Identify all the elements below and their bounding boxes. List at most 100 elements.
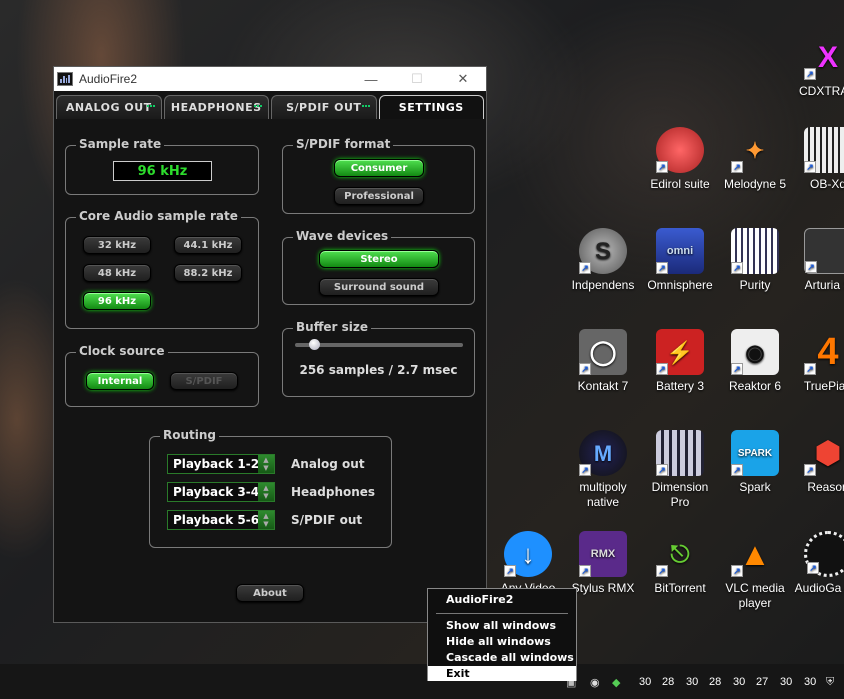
desktop-icon-label: Reaktor 6 <box>728 379 782 393</box>
clock-spdif-button[interactable]: S/PDIF <box>170 372 238 390</box>
title-bar[interactable]: AudioFire2 — ☐ ✕ <box>54 67 486 91</box>
desktop-icon-indpendens[interactable]: S ↗ Indpendens <box>568 228 638 293</box>
minimize-icon[interactable]: — <box>348 67 394 91</box>
dropdown-arrow-icon[interactable]: ▲ ▼ <box>258 483 274 501</box>
desktop-icon-arturia[interactable]: ↗ Arturia S <box>793 228 844 293</box>
indicator-icon <box>254 105 262 109</box>
rate-88-button[interactable]: 88.2 kHz <box>174 264 242 282</box>
shortcut-arrow-icon: ↗ <box>805 261 817 273</box>
core-audio-panel: Core Audio sample rate 32 kHz 44.1 kHz 4… <box>65 209 259 329</box>
shortcut-arrow-icon: ↗ <box>579 565 591 577</box>
close-icon[interactable]: ✕ <box>440 67 486 91</box>
rate-32-button[interactable]: 32 kHz <box>83 236 151 254</box>
tray-temp-7: 30 <box>780 676 793 688</box>
shortcut-arrow-icon: ↗ <box>656 363 668 375</box>
shortcut-arrow-icon: ↗ <box>656 161 668 173</box>
desktop-icon-edirol[interactable]: ↗ Edirol suite <box>645 127 715 192</box>
shortcut-arrow-icon: ↗ <box>579 363 591 375</box>
clock-internal-button[interactable]: Internal <box>86 372 154 390</box>
shortcut-arrow-icon: ↗ <box>731 363 743 375</box>
dropdown-arrow-icon[interactable]: ▲ ▼ <box>258 511 274 529</box>
lightning-icon: ⚡ ↗ <box>656 329 704 375</box>
desktop-icon-cdxtrac[interactable]: X↗ CDXTRAC <box>793 34 844 99</box>
surround-button[interactable]: Surround sound <box>319 278 439 296</box>
desktop-icon-melodyne[interactable]: ✦ ↗ Melodyne 5 <box>720 127 790 192</box>
rate-96-button[interactable]: 96 kHz <box>83 292 151 310</box>
rate-48-button[interactable]: 48 kHz <box>83 264 151 282</box>
desktop-icon-reaktor[interactable]: ◉ ↗ Reaktor 6 <box>720 329 790 394</box>
desktop-icon-label: VLC media player <box>725 581 785 610</box>
desktop-icon-reason[interactable]: ⬢↗ Reason <box>793 430 844 495</box>
wave-devices-legend: Wave devices <box>293 229 392 243</box>
spark-icon: SPARK ↗ <box>731 430 779 476</box>
tray-nvidia-icon[interactable]: ◆ <box>612 676 620 689</box>
desktop-icon-spark[interactable]: SPARK ↗ Spark <box>720 430 790 495</box>
desktop-icon-label: TruePian <box>803 379 844 393</box>
buffer-slider[interactable] <box>295 339 463 350</box>
desktop-icon-label: Stylus RMX <box>571 581 635 595</box>
desktop-icon-anyvideo[interactable]: ↓↗Any Video <box>493 531 563 596</box>
desktop-icon-label: Dimension Pro <box>651 480 709 509</box>
desktop-icon-dimension[interactable]: ↗ Dimension Pro <box>645 430 715 510</box>
dropdown-arrow-icon[interactable]: ▲ ▼ <box>258 455 274 473</box>
tray-temp-4: 28 <box>709 676 722 688</box>
desktop-icon-label: Indpendens <box>571 278 635 292</box>
shield-icon[interactable]: ⛨ <box>826 676 834 689</box>
select-value: Playback 3-4 <box>173 485 260 499</box>
desktop-icon-truepiano[interactable]: 4↗ TruePian <box>793 329 844 394</box>
synth-icon: ↗ <box>804 228 844 274</box>
tab-analog-out[interactable]: ANALOG OUT <box>56 95 162 119</box>
routing-select-1[interactable]: Playback 1-2 ▲ ▼ <box>167 454 275 474</box>
professional-button[interactable]: Professional <box>334 187 424 205</box>
audiogate-icon: ↗ <box>804 531 844 577</box>
tray-temp-3: 30 <box>686 676 699 688</box>
tab-label: ANALOG OUT <box>65 101 152 114</box>
stereo-button[interactable]: Stereo <box>319 250 439 268</box>
tab-settings[interactable]: SETTINGS <box>378 95 484 119</box>
tray-audio-icon[interactable]: ◉ <box>590 676 600 689</box>
tab-spdif-out[interactable]: S/PDIF OUT <box>271 95 377 119</box>
about-button[interactable]: About <box>236 584 304 602</box>
clock-source-legend: Clock source <box>76 344 168 358</box>
tray-temp-1: 30 <box>639 676 652 688</box>
shortcut-arrow-icon: ↗ <box>804 161 816 173</box>
kontakt-icon: ◯ ↗ <box>579 329 627 375</box>
desktop-icon-audiogate[interactable]: ↗ AudioGa 4.6 <box>793 531 844 596</box>
app-icon <box>57 72 73 86</box>
sample-rate-display: 96 kHz <box>113 161 212 181</box>
desktop-icon-obxd[interactable]: ↗ OB-Xd <box>793 127 844 192</box>
routing-label-3: S/PDIF out <box>291 513 363 527</box>
routing-select-2[interactable]: Playback 3-4 ▲ ▼ <box>167 482 275 502</box>
shortcut-arrow-icon: ↗ <box>656 262 668 274</box>
multipoly-icon: M ↗ <box>579 430 627 476</box>
shortcut-arrow-icon: ↗ <box>731 262 743 274</box>
desktop-icon-label: CDXTRAC <box>798 84 844 98</box>
desktop-icon-purity[interactable]: ↗ Purity <box>720 228 790 293</box>
desktop-icon-label: Melodyne 5 <box>723 177 787 191</box>
menu-item-hide-all[interactable]: Hide all windows <box>428 634 576 649</box>
desktop-icon-bittorrent[interactable]: ⎋ ↗ BitTorrent <box>645 531 715 596</box>
desktop-icon-label: multipoly native <box>579 480 627 509</box>
tab-label: SETTINGS <box>398 101 464 114</box>
routing-select-3[interactable]: Playback 5-6 ▲ ▼ <box>167 510 275 530</box>
desktop-icon-battery[interactable]: ⚡ ↗ Battery 3 <box>645 329 715 394</box>
buffer-size-legend: Buffer size <box>293 320 372 334</box>
tab-label: S/PDIF OUT <box>286 101 362 114</box>
desktop-icon-omnisphere[interactable]: omni ↗ Omnisphere <box>645 228 715 293</box>
x-logo-icon: X ↗ <box>804 34 844 80</box>
shortcut-arrow-icon: ↗ <box>656 565 668 577</box>
buffer-size-value: 256 samples / 2.7 msec <box>299 363 458 377</box>
rate-44-button[interactable]: 44.1 kHz <box>174 236 242 254</box>
tray-context-menu: AudioFire2 Show all windows Hide all win… <box>427 588 577 681</box>
desktop-icon-kontakt[interactable]: ◯ ↗ Kontakt 7 <box>568 329 638 394</box>
menu-item-show-all[interactable]: Show all windows <box>428 618 576 633</box>
consumer-button[interactable]: Consumer <box>334 159 424 177</box>
slider-thumb[interactable] <box>309 339 320 350</box>
desktop-icon-stylus[interactable]: RMX ↗ Stylus RMX <box>568 531 638 596</box>
desktop-icon-multipoly[interactable]: M ↗ multipoly native <box>568 430 638 510</box>
menu-item-cascade[interactable]: Cascade all windows <box>428 650 576 665</box>
shortcut-arrow-icon: ↗ <box>731 565 743 577</box>
tab-headphones[interactable]: HEADPHONES <box>163 95 269 119</box>
menu-item-exit[interactable]: Exit <box>428 666 576 681</box>
desktop-icon-vlc[interactable]: ▲ ↗ VLC media player <box>720 531 790 611</box>
